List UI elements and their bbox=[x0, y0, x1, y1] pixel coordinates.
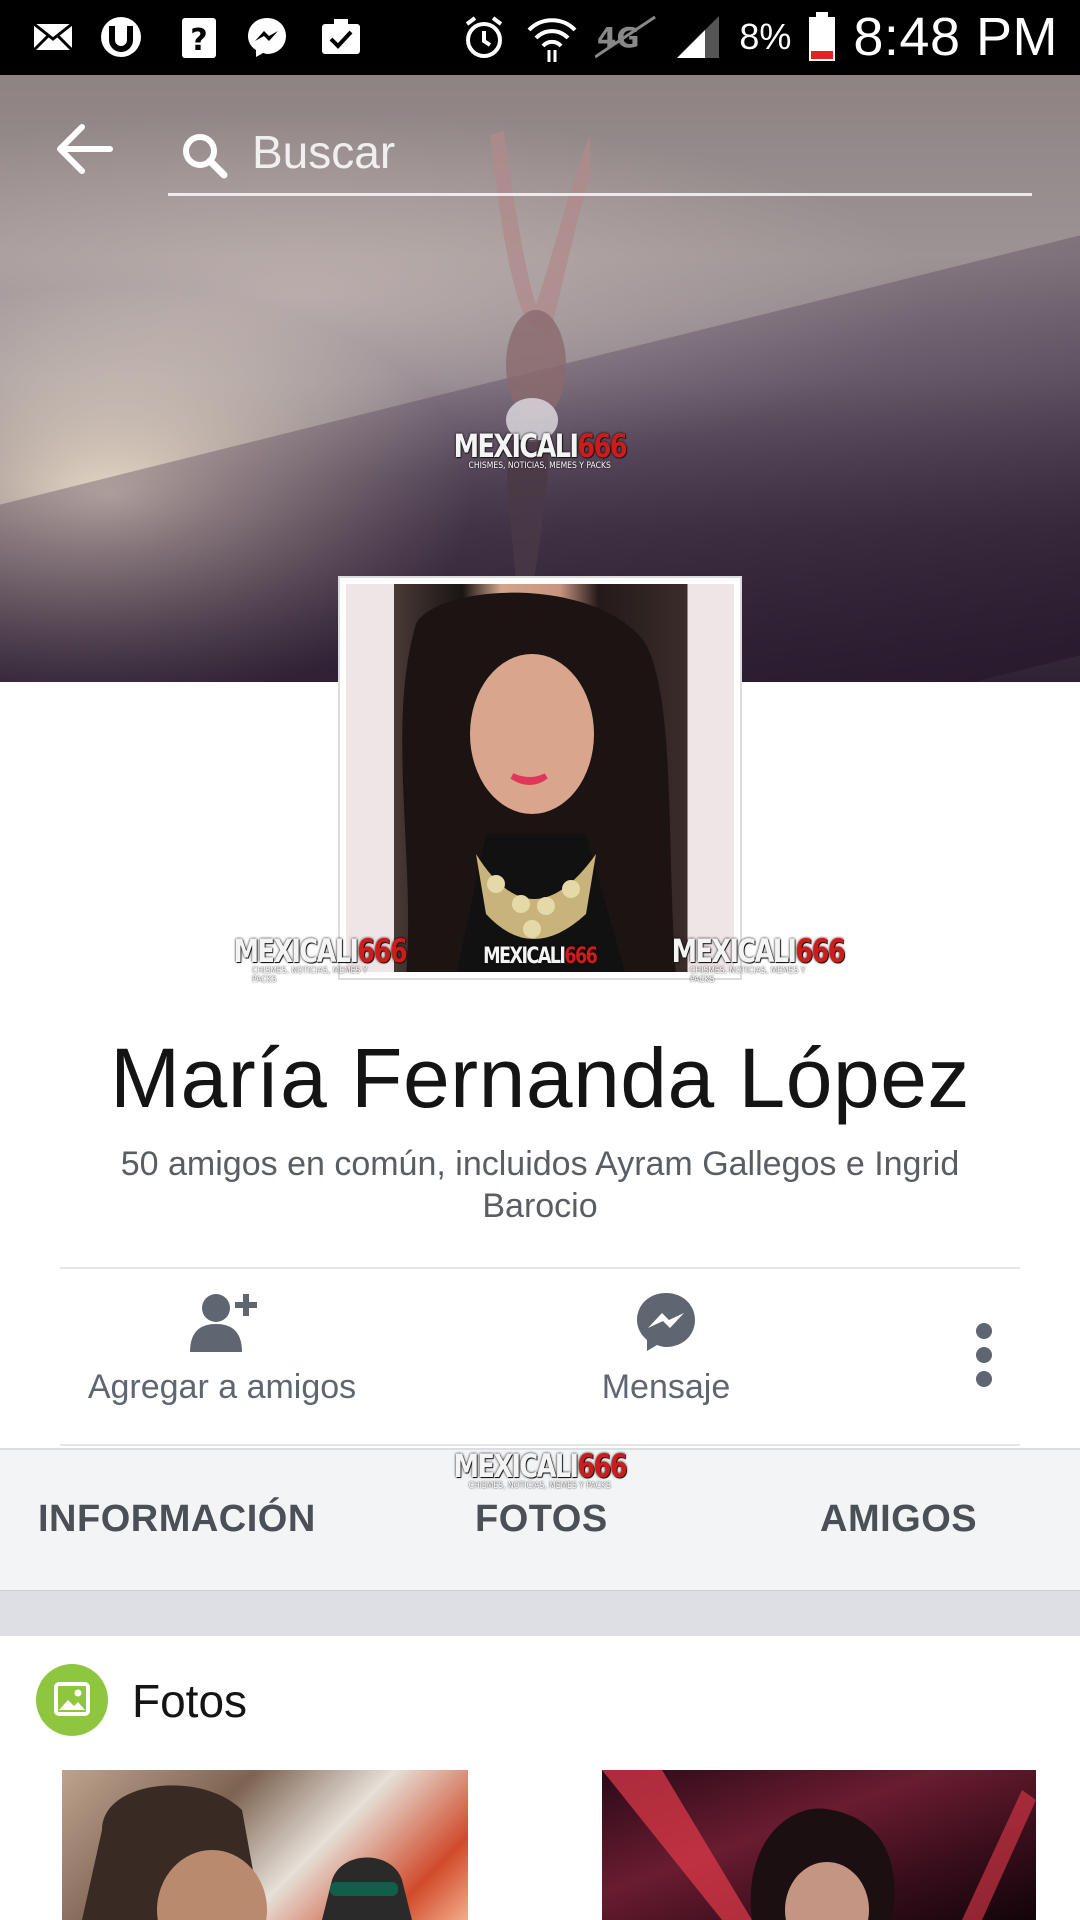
battery-icon bbox=[809, 12, 836, 61]
search-icon bbox=[183, 134, 228, 179]
tab-photos[interactable]: FOTOS bbox=[475, 1498, 608, 1541]
profile-name: María Fernanda López bbox=[110, 1031, 970, 1125]
profile-picture[interactable] bbox=[338, 576, 742, 980]
add-friend-label: Agregar a amigos bbox=[87, 1368, 357, 1406]
message-button[interactable]: Mensaje bbox=[546, 1290, 786, 1407]
avatar bbox=[346, 584, 734, 972]
divider bbox=[60, 1267, 1020, 1269]
search-bar[interactable]: Buscar bbox=[168, 115, 1032, 196]
wifi-icon bbox=[527, 18, 577, 62]
watermark-logo-right: MEXICALI666 CHISMES, NOTICIAS, MEMES Y P… bbox=[671, 932, 846, 985]
watermark-logo: MEXICALI666 CHISMES, NOTICIAS, MEMES Y P… bbox=[453, 426, 628, 471]
watermark-logo-left: MEXICALI666 CHISMES, NOTICIAS, MEMES Y P… bbox=[233, 932, 408, 985]
svg-text:?: ? bbox=[190, 23, 207, 58]
signal-icon bbox=[677, 16, 720, 58]
tab-friends[interactable]: AMIGOS bbox=[820, 1498, 977, 1541]
alarm-icon bbox=[466, 16, 503, 58]
messenger-status-icon bbox=[248, 18, 286, 57]
watermark-logo-tabs: MEXICALI666 CHISMES, NOTICIAS, MEMES Y P… bbox=[453, 1446, 628, 1491]
back-arrow-icon[interactable] bbox=[52, 119, 116, 179]
status-right: 4G 8% 8:48 PM bbox=[459, 6, 1058, 68]
add-friend-button[interactable]: Agregar a amigos bbox=[62, 1290, 382, 1407]
photo-thumbnail-2[interactable] bbox=[602, 1770, 1036, 1920]
avatar-illustration bbox=[346, 584, 734, 972]
tab-information[interactable]: INFORMACIÓN bbox=[38, 1498, 316, 1541]
lte-icon: 4G bbox=[595, 15, 657, 59]
photo-thumbnail-1[interactable] bbox=[62, 1770, 468, 1920]
more-options-icon[interactable] bbox=[972, 1322, 996, 1388]
status-bar: ? 4G 8% 8:48 PM bbox=[0, 0, 1080, 75]
photo-thumbnail-1-image bbox=[82, 1785, 412, 1920]
clock: 8:48 PM bbox=[853, 7, 1058, 67]
section-separator bbox=[0, 1591, 1080, 1636]
watermark-logo-center: MEXICALI666 bbox=[483, 944, 598, 969]
email-icon bbox=[32, 22, 74, 52]
message-label: Mensaje bbox=[601, 1368, 731, 1406]
clipboard-check-icon bbox=[322, 19, 360, 54]
svg-text:4G: 4G bbox=[597, 21, 639, 54]
battery-percent: 8% bbox=[739, 16, 792, 57]
messenger-icon bbox=[637, 1293, 695, 1351]
search-input[interactable]: Buscar bbox=[252, 125, 395, 179]
photos-section: Fotos bbox=[0, 1636, 1080, 1920]
photo-icon bbox=[54, 1682, 90, 1716]
mutual-friends-text[interactable]: 50 amigos en común, incluidos Ayram Gall… bbox=[90, 1143, 990, 1227]
help-icon: ? bbox=[182, 18, 216, 58]
torrent-icon bbox=[101, 17, 141, 57]
photo-thumbnail-2-image bbox=[602, 1770, 1036, 1920]
photos-section-icon-circle bbox=[36, 1664, 108, 1736]
photos-section-title: Fotos bbox=[132, 1675, 248, 1727]
add-friend-icon bbox=[190, 1294, 257, 1352]
